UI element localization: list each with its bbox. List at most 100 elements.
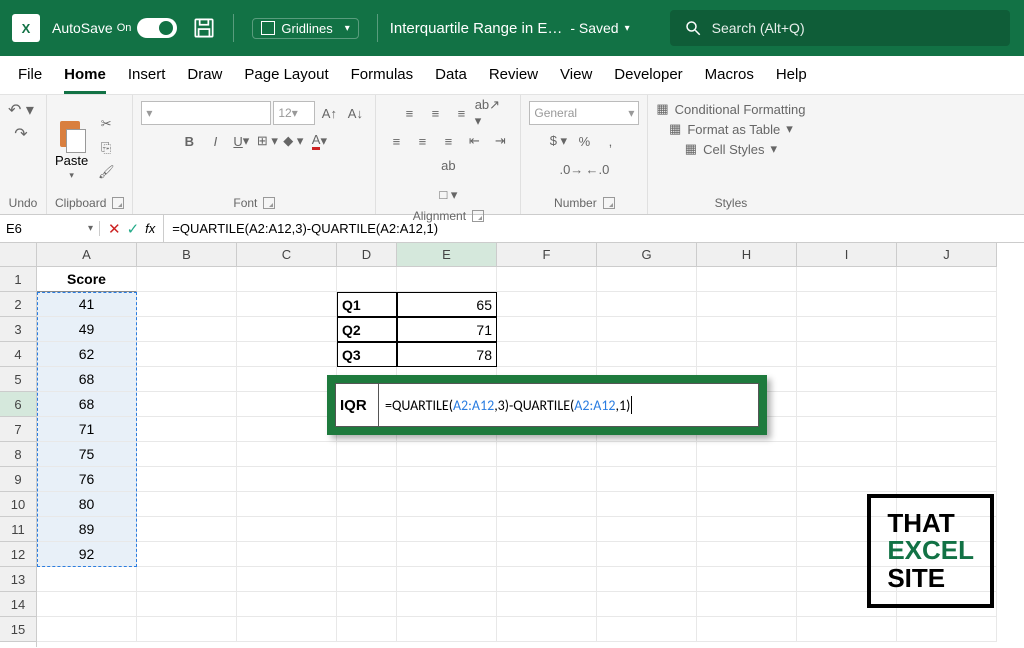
col-header[interactable]: A bbox=[37, 243, 137, 267]
tab-view[interactable]: View bbox=[560, 66, 592, 94]
cell[interactable] bbox=[797, 617, 897, 642]
cell[interactable] bbox=[337, 442, 397, 467]
cell[interactable] bbox=[397, 442, 497, 467]
cell[interactable] bbox=[237, 567, 337, 592]
autosave-toggle[interactable]: AutoSave On bbox=[52, 18, 177, 38]
cell[interactable] bbox=[597, 267, 697, 292]
cell[interactable] bbox=[797, 367, 897, 392]
cell[interactable] bbox=[237, 392, 337, 417]
cell[interactable] bbox=[237, 592, 337, 617]
border-button[interactable]: ⊞ ▾ bbox=[255, 129, 279, 153]
select-all-corner[interactable] bbox=[0, 243, 36, 267]
cell[interactable] bbox=[897, 342, 997, 367]
cell-a1[interactable]: Score bbox=[37, 267, 137, 292]
cell[interactable] bbox=[237, 617, 337, 642]
cell[interactable] bbox=[137, 567, 237, 592]
cell[interactable] bbox=[137, 467, 237, 492]
cell[interactable] bbox=[597, 342, 697, 367]
cell[interactable] bbox=[237, 342, 337, 367]
cell[interactable] bbox=[497, 592, 597, 617]
font-color-button[interactable]: A ▾ bbox=[307, 129, 331, 153]
cell[interactable]: 89 bbox=[37, 517, 137, 542]
redo-button[interactable]: ↷ bbox=[8, 125, 34, 143]
middle-align-button[interactable]: ≡ bbox=[423, 101, 447, 125]
cell[interactable] bbox=[797, 417, 897, 442]
cell[interactable] bbox=[337, 567, 397, 592]
cell[interactable] bbox=[137, 267, 237, 292]
row-header[interactable]: 11 bbox=[0, 517, 36, 542]
tab-formulas[interactable]: Formulas bbox=[351, 66, 414, 94]
col-header[interactable]: H bbox=[697, 243, 797, 267]
percent-button[interactable]: % bbox=[572, 129, 596, 153]
cell[interactable]: 92 bbox=[37, 542, 137, 567]
row-header[interactable]: 3 bbox=[0, 317, 36, 342]
cell[interactable] bbox=[497, 467, 597, 492]
cell[interactable] bbox=[597, 292, 697, 317]
cell[interactable] bbox=[37, 617, 137, 642]
cell[interactable] bbox=[137, 417, 237, 442]
cell[interactable] bbox=[697, 442, 797, 467]
enter-button[interactable]: ✓ bbox=[127, 220, 140, 238]
cell[interactable] bbox=[897, 442, 997, 467]
tab-page-layout[interactable]: Page Layout bbox=[244, 66, 328, 94]
cell[interactable] bbox=[397, 267, 497, 292]
cell[interactable] bbox=[797, 342, 897, 367]
increase-indent-button[interactable]: ⇥ bbox=[488, 129, 512, 153]
cell[interactable]: 68 bbox=[37, 367, 137, 392]
cell[interactable] bbox=[797, 442, 897, 467]
cell[interactable] bbox=[237, 517, 337, 542]
align-center-button[interactable]: ≡ bbox=[410, 129, 434, 153]
cell[interactable] bbox=[237, 442, 337, 467]
cell[interactable] bbox=[597, 617, 697, 642]
cell[interactable] bbox=[337, 492, 397, 517]
tab-home[interactable]: Home bbox=[64, 66, 106, 94]
row-header[interactable]: 14 bbox=[0, 592, 36, 617]
bottom-align-button[interactable]: ≡ bbox=[449, 101, 473, 125]
cell[interactable] bbox=[897, 317, 997, 342]
row-header[interactable]: 12 bbox=[0, 542, 36, 567]
cell[interactable]: 75 bbox=[37, 442, 137, 467]
cell[interactable]: 71 bbox=[397, 317, 497, 342]
cell[interactable] bbox=[137, 517, 237, 542]
cell[interactable] bbox=[137, 442, 237, 467]
cell[interactable] bbox=[397, 517, 497, 542]
cell[interactable] bbox=[137, 367, 237, 392]
font-name-dropdown[interactable]: ▾ bbox=[141, 101, 271, 125]
row-header[interactable]: 9 bbox=[0, 467, 36, 492]
row-header[interactable]: 6 bbox=[0, 392, 36, 417]
cell[interactable] bbox=[237, 267, 337, 292]
cell[interactable] bbox=[697, 517, 797, 542]
cell[interactable] bbox=[697, 342, 797, 367]
cell[interactable] bbox=[497, 317, 597, 342]
cell[interactable] bbox=[697, 617, 797, 642]
cell[interactable]: Q1 bbox=[337, 292, 397, 317]
cell[interactable] bbox=[497, 267, 597, 292]
cell[interactable] bbox=[37, 567, 137, 592]
copy-button[interactable]: ⎘ bbox=[94, 137, 118, 159]
cell[interactable] bbox=[697, 567, 797, 592]
cell[interactable] bbox=[797, 317, 897, 342]
cell[interactable] bbox=[237, 492, 337, 517]
align-right-button[interactable]: ≡ bbox=[436, 129, 460, 153]
align-left-button[interactable]: ≡ bbox=[384, 129, 408, 153]
formula-input[interactable]: =QUARTILE(A2:A12,3)-QUARTILE(A2:A12,1) bbox=[164, 221, 1024, 236]
tab-data[interactable]: Data bbox=[435, 66, 467, 94]
row-header[interactable]: 8 bbox=[0, 442, 36, 467]
cell[interactable]: 41 bbox=[37, 292, 137, 317]
cell[interactable] bbox=[397, 592, 497, 617]
tab-insert[interactable]: Insert bbox=[128, 66, 166, 94]
cell[interactable] bbox=[237, 467, 337, 492]
cell[interactable] bbox=[137, 342, 237, 367]
row-header[interactable]: 5 bbox=[0, 367, 36, 392]
cell[interactable] bbox=[237, 417, 337, 442]
cut-button[interactable]: ✂ bbox=[94, 113, 118, 135]
dialog-launcher-icon[interactable] bbox=[112, 197, 124, 209]
cell[interactable] bbox=[697, 317, 797, 342]
cell[interactable] bbox=[897, 467, 997, 492]
cell[interactable] bbox=[397, 467, 497, 492]
cell[interactable]: 76 bbox=[37, 467, 137, 492]
col-header[interactable]: J bbox=[897, 243, 997, 267]
col-header[interactable]: E bbox=[397, 243, 497, 267]
cell[interactable] bbox=[497, 342, 597, 367]
cell[interactable] bbox=[337, 467, 397, 492]
